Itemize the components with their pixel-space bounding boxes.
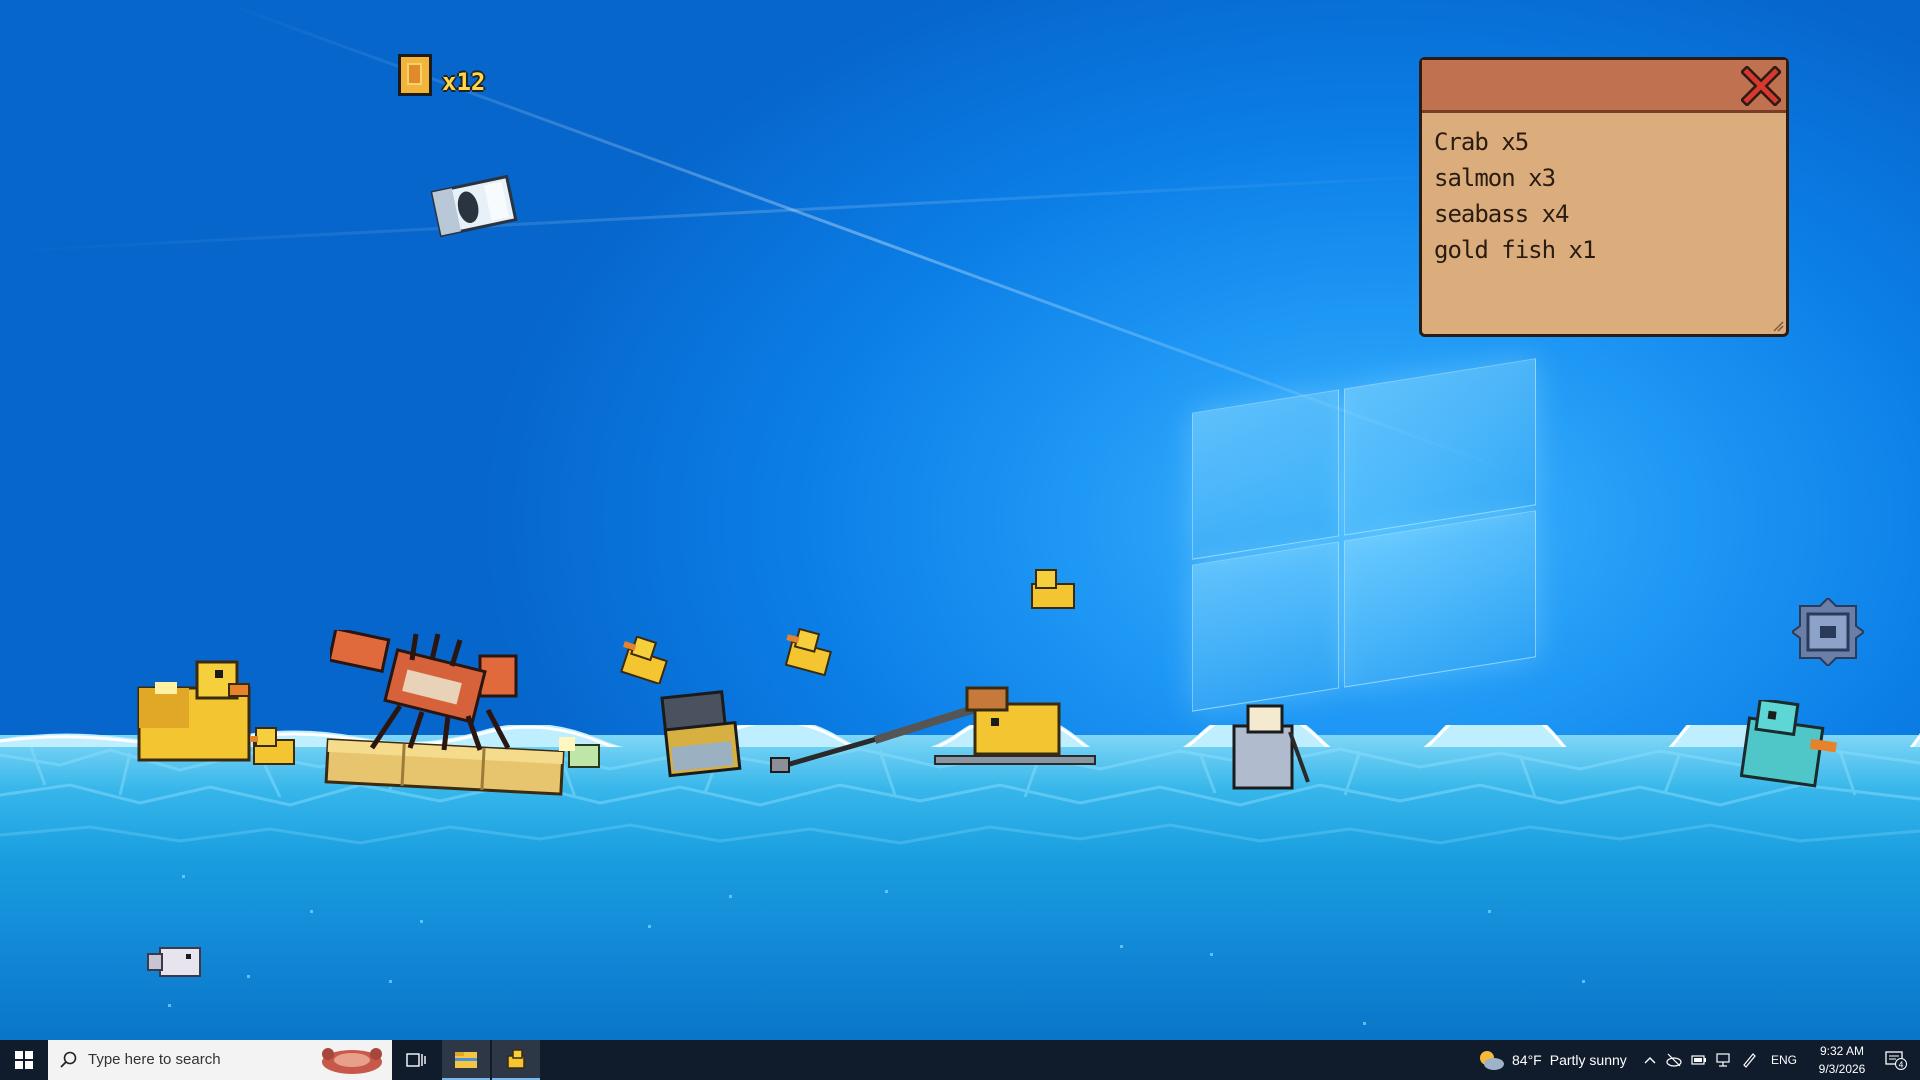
duck-app-icon	[507, 1049, 525, 1069]
inventory-titlebar[interactable]	[1422, 60, 1786, 113]
clock-date: 9/3/2026	[1818, 1062, 1866, 1076]
notification-count: 4	[1898, 1061, 1903, 1070]
battery-icon	[1691, 1055, 1706, 1065]
clock-time: 9:32 AM	[1819, 1044, 1865, 1058]
small-duck-sprite[interactable]	[616, 636, 672, 684]
notifications-button[interactable]: 4	[1876, 1040, 1916, 1080]
game-app-button[interactable]	[492, 1040, 540, 1080]
taskbar: Type here to search 84°F Partly sunny EN…	[0, 1040, 1920, 1080]
small-fish-sprite[interactable]	[555, 733, 605, 775]
close-icon[interactable]	[1741, 66, 1781, 106]
small-duck-sprite[interactable]	[250, 726, 302, 768]
bubble	[168, 1004, 171, 1007]
light-beam	[0, 171, 1499, 253]
notification-icon: 4	[1885, 1051, 1907, 1070]
show-hidden-icons-button[interactable]	[1640, 1040, 1660, 1080]
search-placeholder: Type here to search	[88, 1051, 221, 1068]
big-duck-sprite[interactable]	[135, 658, 255, 766]
inventory-item: Crab x5	[1434, 128, 1529, 156]
inventory-item: seabass x4	[1434, 200, 1570, 228]
fishing-duck-sprite[interactable]	[765, 684, 1105, 776]
network-icon	[1716, 1053, 1730, 1067]
file-explorer-button[interactable]	[442, 1040, 490, 1080]
task-view-icon	[406, 1053, 426, 1067]
inventory-window[interactable]: Crab x5 salmon x3 seabass x4 gold fish x…	[1419, 57, 1789, 337]
tin-can-icon[interactable]	[428, 170, 520, 242]
coin-icon	[398, 54, 432, 96]
small-duck-sprite[interactable]	[1028, 568, 1078, 612]
water-body	[0, 735, 1920, 1040]
grey-character-sprite[interactable]	[1230, 702, 1312, 792]
pen-button[interactable]	[1738, 1040, 1760, 1080]
resize-grip-icon[interactable]	[1772, 320, 1784, 332]
tray-app-button[interactable]	[1663, 1040, 1685, 1080]
partly-sunny-icon	[1480, 1051, 1504, 1070]
inventory-list: Crab x5 salmon x3 seabass x4 gold fish x…	[1434, 124, 1596, 268]
weather-condition: Partly sunny	[1549, 1052, 1627, 1068]
small-duck-sprite[interactable]	[780, 628, 836, 676]
water-caustics	[0, 744, 1920, 845]
coin-count: x12	[442, 68, 486, 96]
cloud-offline-icon	[1666, 1053, 1682, 1067]
weather-widget[interactable]: 84°F Partly sunny	[1478, 1040, 1627, 1080]
teal-duck-sprite[interactable]	[1740, 700, 1840, 792]
network-button[interactable]	[1713, 1040, 1735, 1080]
weather-temperature: 84°F	[1512, 1052, 1542, 1068]
fish-sprite[interactable]	[146, 940, 208, 984]
chevron-up-icon	[1644, 1057, 1656, 1064]
start-button[interactable]	[0, 1040, 48, 1080]
crab-sprite[interactable]	[330, 630, 520, 752]
inventory-item: gold fish x1	[1434, 236, 1596, 264]
chest-button-icon[interactable]	[1792, 598, 1864, 666]
search-box[interactable]: Type here to search	[48, 1040, 392, 1080]
windows-start-icon	[15, 1051, 33, 1069]
bucket-duck-sprite[interactable]	[660, 690, 746, 778]
search-highlight-crab-icon	[322, 1048, 382, 1074]
language-indicator[interactable]: ENG	[1766, 1040, 1802, 1080]
clock[interactable]: 9:32 AM 9/3/2026	[1808, 1042, 1876, 1078]
task-view-button[interactable]	[392, 1040, 440, 1080]
battery-button[interactable]	[1688, 1040, 1710, 1080]
search-icon	[60, 1051, 77, 1068]
pen-icon	[1743, 1053, 1756, 1068]
inventory-item: salmon x3	[1434, 164, 1556, 192]
folder-icon	[455, 1052, 477, 1068]
